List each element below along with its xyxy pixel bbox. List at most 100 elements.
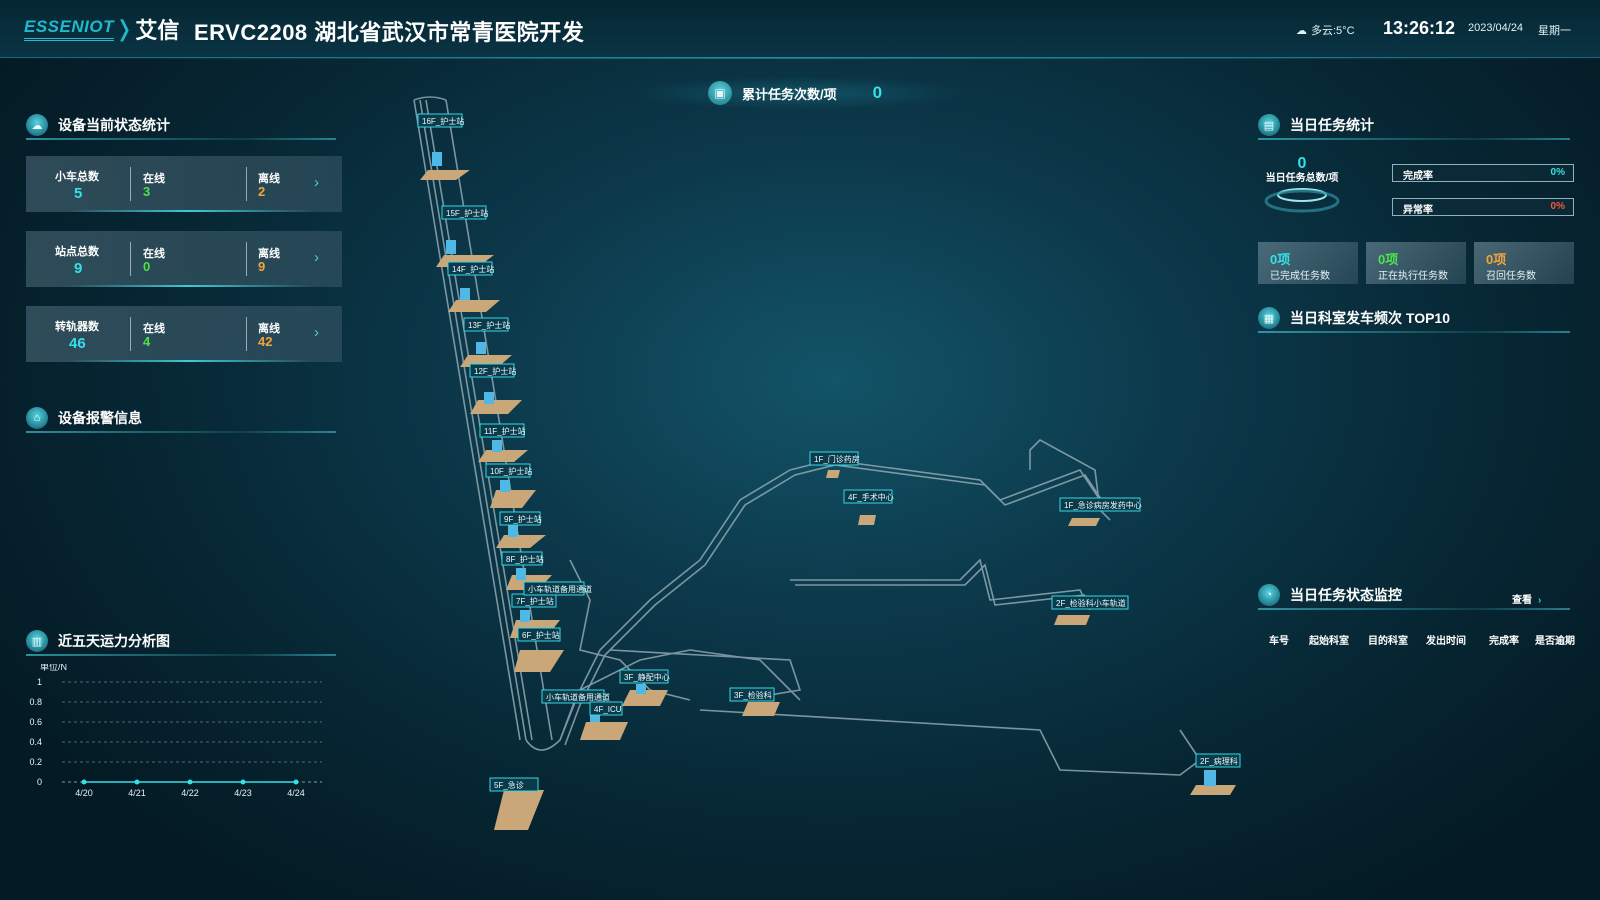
station-label-text: 3F_检验科 <box>734 690 772 700</box>
station-label[interactable]: 8F_护士站 <box>501 551 544 566</box>
chart-point <box>81 779 87 785</box>
station-label[interactable]: 3F_检验科 <box>729 687 775 702</box>
station-label[interactable]: 11F_护士站 <box>479 423 526 438</box>
table-header-completion[interactable]: 完成率 <box>1489 632 1519 647</box>
table-header-car[interactable]: 车号 <box>1269 632 1289 647</box>
cumulative-tasks-value: 0 <box>872 83 883 102</box>
stat-card-cars[interactable]: 小车总数 5 在线 3 离线 2 › <box>26 156 342 212</box>
station-label-text: 7F_护士站 <box>516 596 554 606</box>
calendar-icon: ▣ <box>708 81 732 105</box>
section-divider <box>1258 331 1570 333</box>
daily-stats-title-text: 当日任务统计 <box>1290 117 1374 133</box>
station-label[interactable]: 6F_护士站 <box>517 627 561 642</box>
section-divider <box>26 431 336 433</box>
logo-english: ESSENIOT <box>24 17 114 41</box>
online-count: 3 <box>143 184 151 199</box>
clock-date: 2023/04/24 <box>1468 22 1524 34</box>
station-label[interactable]: 9F_护士站 <box>499 511 542 526</box>
station-label-text: 1F_急诊病房发药中心 <box>1064 500 1142 510</box>
station-label[interactable]: 小车轨道备用通道 <box>523 581 592 596</box>
station-label[interactable]: 7F_护士站 <box>511 593 557 608</box>
alarm-title-text: 设备报警信息 <box>58 410 142 426</box>
chart-xtick-label: 4/23 <box>234 788 252 798</box>
station-label[interactable]: 13F_护士站 <box>463 317 510 332</box>
chart-xtick-label: 4/20 <box>75 788 93 798</box>
station-label-text: 15F_护士站 <box>446 208 488 218</box>
stat-separator <box>246 242 247 276</box>
device-status-title-text: 设备当前状态统计 <box>58 117 170 133</box>
weather-text: 多云:5°C <box>1311 25 1355 37</box>
station-label[interactable]: 12F_护士站 <box>469 363 516 378</box>
station-label[interactable]: 16F_护士站 <box>417 113 464 128</box>
chevron-right-icon[interactable]: › <box>314 249 319 266</box>
daily-total: 0 当日任务总数/项 <box>1262 155 1342 185</box>
station-label[interactable]: 2F_病理科 <box>1195 753 1241 768</box>
chart-ytick-label: 0 <box>37 777 42 787</box>
station-label[interactable]: 15F_护士站 <box>441 205 488 220</box>
view-more-link[interactable]: 查看 › <box>1512 591 1541 606</box>
station-label[interactable]: 1F_门诊药房 <box>809 451 860 466</box>
table-header-send-time[interactable]: 发出时间 <box>1426 632 1466 647</box>
chart-point <box>187 779 193 785</box>
top10-title: ▦ 当日科室发车频次 TOP10 <box>1258 305 1450 331</box>
daily-stats-title: ▤ 当日任务统计 <box>1258 112 1374 138</box>
station-label-text: 4F_ICU <box>594 705 622 714</box>
chevron-right-icon[interactable]: › <box>314 324 319 341</box>
station-label[interactable]: 4F_手术中心 <box>843 489 894 504</box>
chart-point <box>134 779 140 785</box>
chart-point <box>293 779 299 785</box>
station-label[interactable]: 1F_急诊病房发药中心 <box>1059 497 1142 512</box>
chevron-right-icon[interactable]: › <box>314 174 319 191</box>
station-label-text: 9F_护士站 <box>504 514 542 524</box>
station-label[interactable]: 3F_静配中心 <box>619 669 670 684</box>
station-label-text: 16F_护士站 <box>422 116 464 126</box>
weather-cloud-icon: ☁ <box>1296 24 1307 37</box>
header-bar: ESSENIOT ❭ 艾信 ERVC2208 湖北省武汉市常青医院开发 ☁ 多云… <box>0 0 1600 59</box>
alarm-title: ⌂ 设备报警信息 <box>26 405 142 431</box>
table-header-destination[interactable]: 目的科室 <box>1368 632 1408 647</box>
station-label-text: 5F_急诊 <box>494 780 524 790</box>
cumulative-tasks-kpi: ▣ 累计任务次数/项 0 <box>640 78 960 108</box>
table-header-overdue[interactable]: 是否逾期 <box>1535 632 1575 647</box>
stat-card-stations[interactable]: 站点总数 9 在线 0 离线 9 › <box>26 231 342 287</box>
chart-ytick-label: 1 <box>37 677 42 687</box>
bar-chart-icon: ▥ <box>26 630 48 652</box>
chart-xtick-label: 4/21 <box>128 788 146 798</box>
daily-stats-icon: ▤ <box>1258 114 1280 136</box>
offline-count: 42 <box>258 334 273 349</box>
section-divider <box>1258 608 1570 610</box>
stat-card-switches[interactable]: 转轨器数 46 在线 4 离线 42 › <box>26 306 342 362</box>
station-label[interactable]: 5F_急诊 <box>489 777 539 792</box>
station-label-text: 4F_手术中心 <box>848 492 894 502</box>
daily-total-label: 当日任务总数/项 <box>1265 173 1339 184</box>
station-label-text: 8F_护士站 <box>506 554 544 564</box>
station-label-text: 6F_护士站 <box>522 630 560 640</box>
device-status-title: ☁ 设备当前状态统计 <box>26 112 170 138</box>
stat-separator <box>130 317 131 351</box>
station-label-text: 13F_护士站 <box>468 320 510 330</box>
completed-tasks-value: 0项 <box>1270 252 1291 267</box>
daily-total-ring-icon <box>1264 188 1340 213</box>
cumulative-tasks-label: 累计任务次数/项 <box>742 86 837 102</box>
station-label[interactable]: 2F_检验科小车轨道 <box>1051 595 1129 610</box>
online-count: 4 <box>143 334 151 349</box>
station-label[interactable]: 14F_护士站 <box>447 261 494 276</box>
page-title: ERVC2208 湖北省武汉市常青医院开发 <box>194 20 585 45</box>
monitor-icon: ◔ <box>1258 584 1280 606</box>
stat-label: 小车总数 <box>55 171 99 183</box>
chevron-right-icon: › <box>1538 595 1542 606</box>
executing-tasks-box: 0项 正在执行任务数 <box>1366 242 1466 284</box>
table-header-origin[interactable]: 起始科室 <box>1309 632 1349 647</box>
chart-ytick-label: 0.8 <box>29 697 42 707</box>
station-label-text: 小车轨道备用通道 <box>528 584 592 594</box>
section-divider <box>1258 138 1570 140</box>
view-more-text: 查看 <box>1512 595 1532 606</box>
stat-separator <box>130 167 131 201</box>
weather-info: ☁ 多云:5°C <box>1296 22 1355 38</box>
chart-point <box>240 779 246 785</box>
chart-xtick-label: 4/22 <box>181 788 199 798</box>
station-label[interactable]: 4F_ICU <box>589 701 623 716</box>
station-label[interactable]: 10F_护士站 <box>485 463 532 478</box>
station-label[interactable]: 小车轨道备用通道 <box>541 689 610 704</box>
abnormal-rate-label: 异常率 <box>1403 205 1433 216</box>
